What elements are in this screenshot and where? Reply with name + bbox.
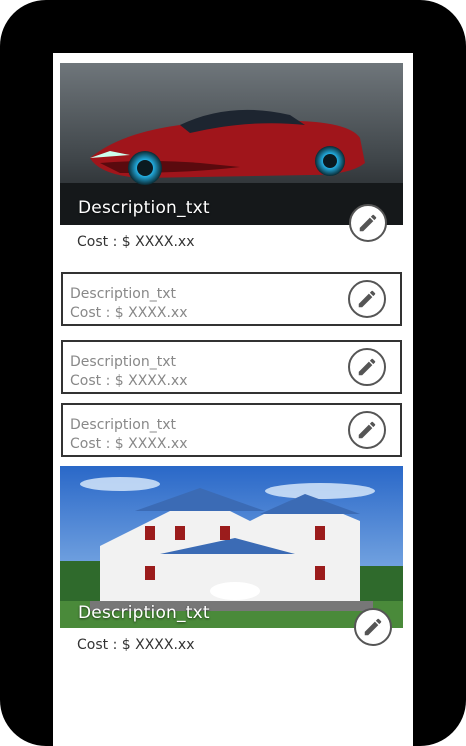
card-description: Description_txt <box>78 603 210 623</box>
edit-button[interactable] <box>348 348 386 386</box>
list-item[interactable]: Description_txt Cost : $ XXXX.xx <box>61 272 402 326</box>
list-item[interactable]: Description_txt Cost : $ XXXX.xx <box>61 403 402 457</box>
card-description: Description_txt <box>70 417 176 433</box>
pencil-icon <box>358 421 376 439</box>
card-cost: Cost : $ XXXX.xx <box>70 436 188 452</box>
card-car-image[interactable]: Description_txt <box>60 63 403 225</box>
edit-button[interactable] <box>349 204 387 242</box>
card-cost: Cost : $ XXXX.xx <box>70 305 188 321</box>
app-screen: Description_txt Cost : $ XXXX.xx Descrip… <box>53 53 413 746</box>
pencil-icon <box>358 290 376 308</box>
pencil-icon <box>359 214 377 232</box>
card-house-image[interactable]: Description_txt <box>60 466 403 628</box>
card-description: Description_txt <box>78 198 210 218</box>
device-frame: Description_txt Cost : $ XXXX.xx Descrip… <box>0 0 466 746</box>
pencil-icon <box>364 618 382 636</box>
edit-button[interactable] <box>348 280 386 318</box>
card-cost: Cost : $ XXXX.xx <box>77 234 195 250</box>
card-description: Description_txt <box>70 286 176 302</box>
card-description: Description_txt <box>70 354 176 370</box>
card-cost: Cost : $ XXXX.xx <box>77 637 195 653</box>
card-cost: Cost : $ XXXX.xx <box>70 373 188 389</box>
edit-button[interactable] <box>354 608 392 646</box>
pencil-icon <box>358 358 376 376</box>
edit-button[interactable] <box>348 411 386 449</box>
list-item[interactable]: Description_txt Cost : $ XXXX.xx <box>61 340 402 394</box>
